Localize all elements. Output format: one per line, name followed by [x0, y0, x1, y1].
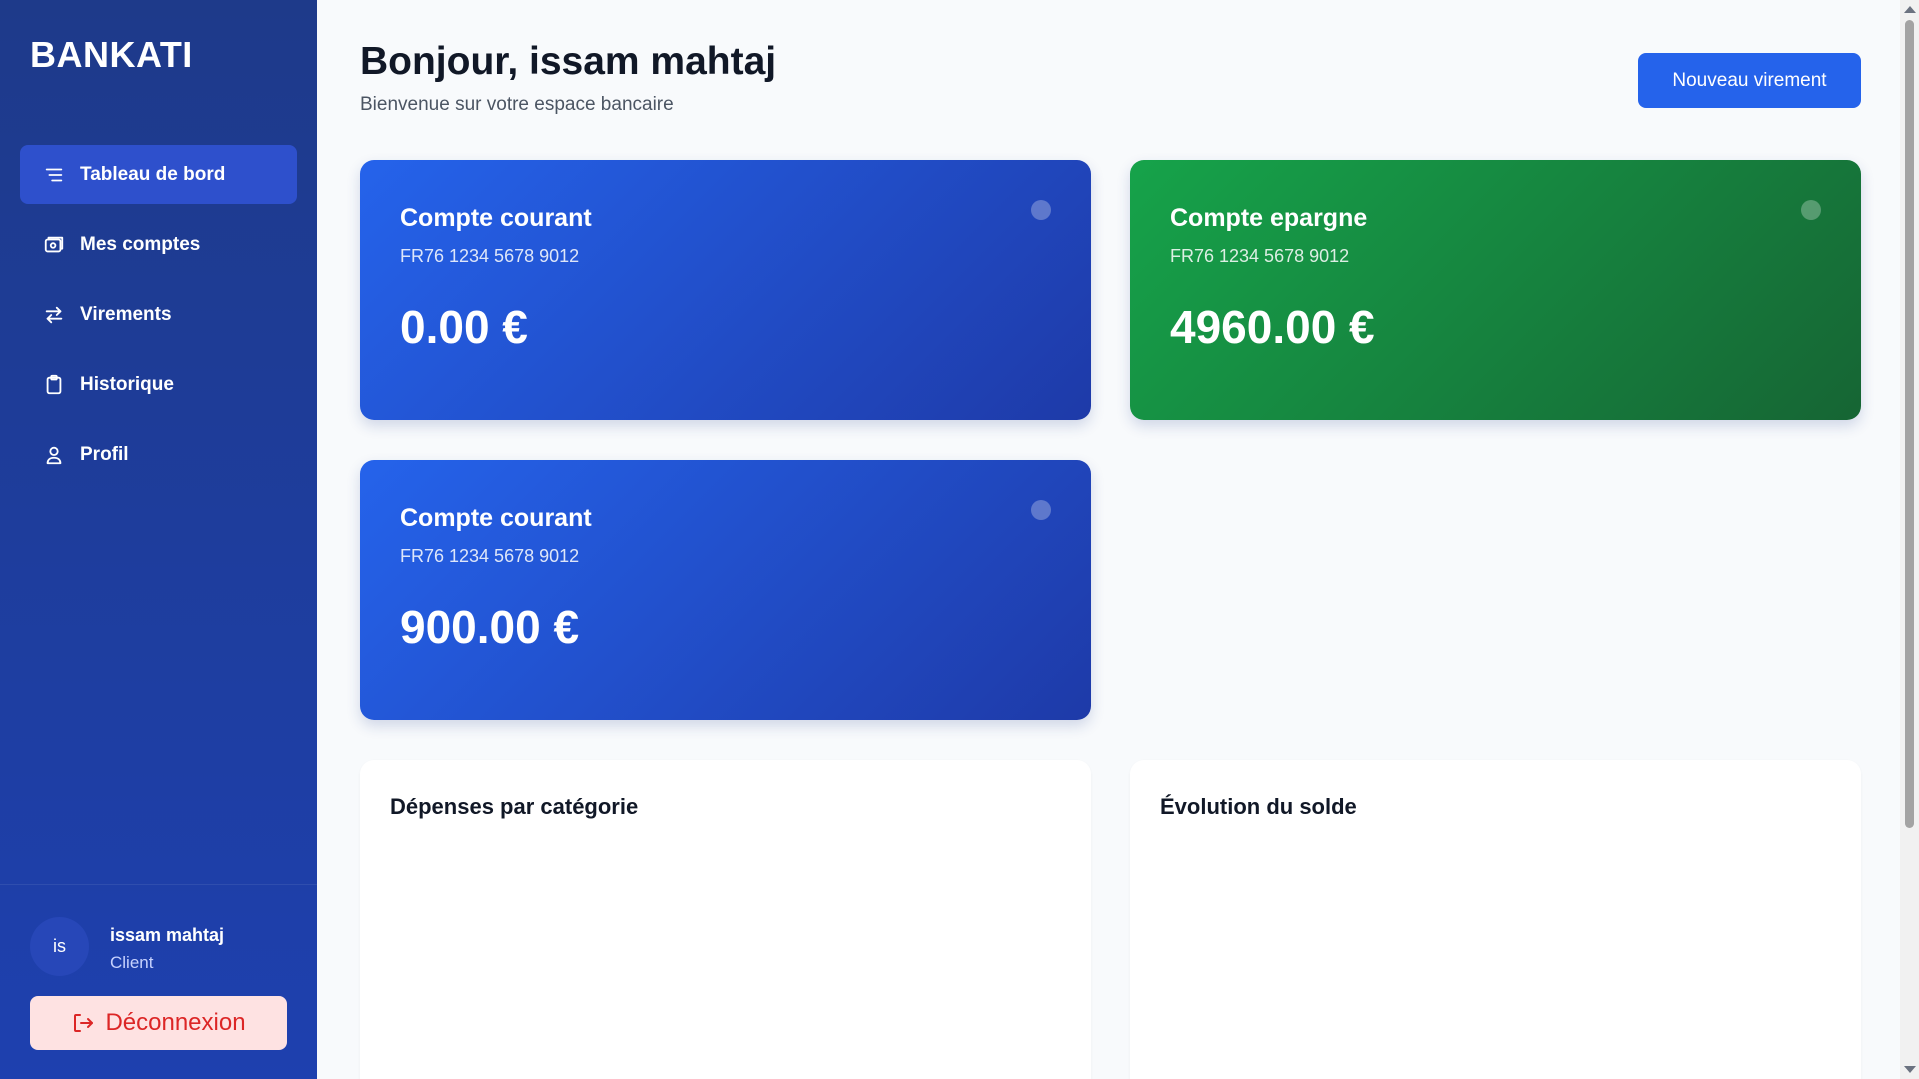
page-title: Bonjour, issam mahtaj — [360, 40, 777, 83]
account-iban: FR76 1234 5678 9012 — [1170, 246, 1350, 266]
sidebar-item-label: Mes comptes — [80, 233, 201, 255]
sidebar-item-label: Tableau de bord — [80, 163, 226, 185]
account-iban: FR76 1234 5678 9012 — [400, 546, 580, 566]
logout-icon — [74, 1014, 94, 1032]
balance-chart-panel: Évolution du solde — [1130, 760, 1861, 1079]
avatar: is — [30, 917, 89, 976]
user-role: Client — [110, 953, 154, 972]
sidebar-item-historique[interactable]: Historique — [20, 355, 297, 414]
account-type: Compte courant — [400, 504, 592, 532]
sidebar-item-label: Historique — [80, 373, 174, 395]
page-subtitle: Bienvenue sur votre espace bancaire — [360, 94, 674, 115]
account-iban: FR76 1234 5678 9012 — [400, 246, 580, 266]
status-dot-icon — [1801, 200, 1821, 220]
sidebar-item-virements[interactable]: Virements — [20, 285, 297, 344]
user-name: issam mahtaj — [110, 925, 225, 945]
status-dot-icon — [1031, 500, 1051, 520]
account-type: Compte epargne — [1170, 204, 1368, 232]
vertical-scrollbar[interactable] — [1900, 0, 1919, 1079]
account-type: Compte courant — [400, 204, 592, 232]
account-card[interactable]: Compte courant FR76 1234 5678 9012 0.00 … — [360, 160, 1091, 420]
expenses-chart-panel: Dépenses par catégorie — [360, 760, 1091, 1079]
sidebar-item-profil[interactable]: Profil — [20, 425, 297, 484]
account-card[interactable]: Compte epargne FR76 1234 5678 9012 4960.… — [1130, 160, 1861, 420]
sidebar-item-mes-comptes[interactable]: Mes comptes — [20, 215, 297, 274]
wallet-icon — [42, 233, 66, 257]
account-balance: 0.00 € — [400, 301, 528, 353]
brand-logo: BANKATI — [30, 34, 193, 75]
panel-title: Évolution du solde — [1160, 794, 1357, 819]
sidebar-item-label: Virements — [80, 303, 172, 325]
menu-icon — [42, 163, 66, 187]
status-dot-icon — [1031, 200, 1051, 220]
transfer-icon — [42, 303, 66, 327]
account-card[interactable]: Compte courant FR76 1234 5678 9012 900.0… — [360, 460, 1091, 720]
sidebar-item-label: Profil — [80, 443, 129, 465]
scroll-down-icon[interactable] — [1904, 1066, 1916, 1073]
logout-label: Déconnexion — [105, 1009, 246, 1036]
sidebar-footer: is issam mahtaj Client Déconnexion — [0, 884, 317, 1079]
sidebar-item-tableau-de-bord[interactable]: Tableau de bord — [20, 145, 297, 204]
account-balance: 4960.00 € — [1170, 301, 1375, 353]
sidebar: BANKATI Tableau de bord Mes comptes Vire… — [0, 0, 317, 1079]
sidebar-nav: Tableau de bord Mes comptes Virements Hi… — [20, 145, 297, 495]
scroll-thumb[interactable] — [1905, 20, 1914, 828]
user-icon — [42, 443, 66, 467]
scroll-up-icon[interactable] — [1904, 6, 1916, 13]
new-transfer-button[interactable]: Nouveau virement — [1638, 53, 1861, 108]
clipboard-icon — [42, 373, 66, 397]
account-balance: 900.00 € — [400, 601, 580, 653]
panel-title: Dépenses par catégorie — [390, 794, 639, 819]
logout-button[interactable]: Déconnexion — [30, 996, 287, 1050]
